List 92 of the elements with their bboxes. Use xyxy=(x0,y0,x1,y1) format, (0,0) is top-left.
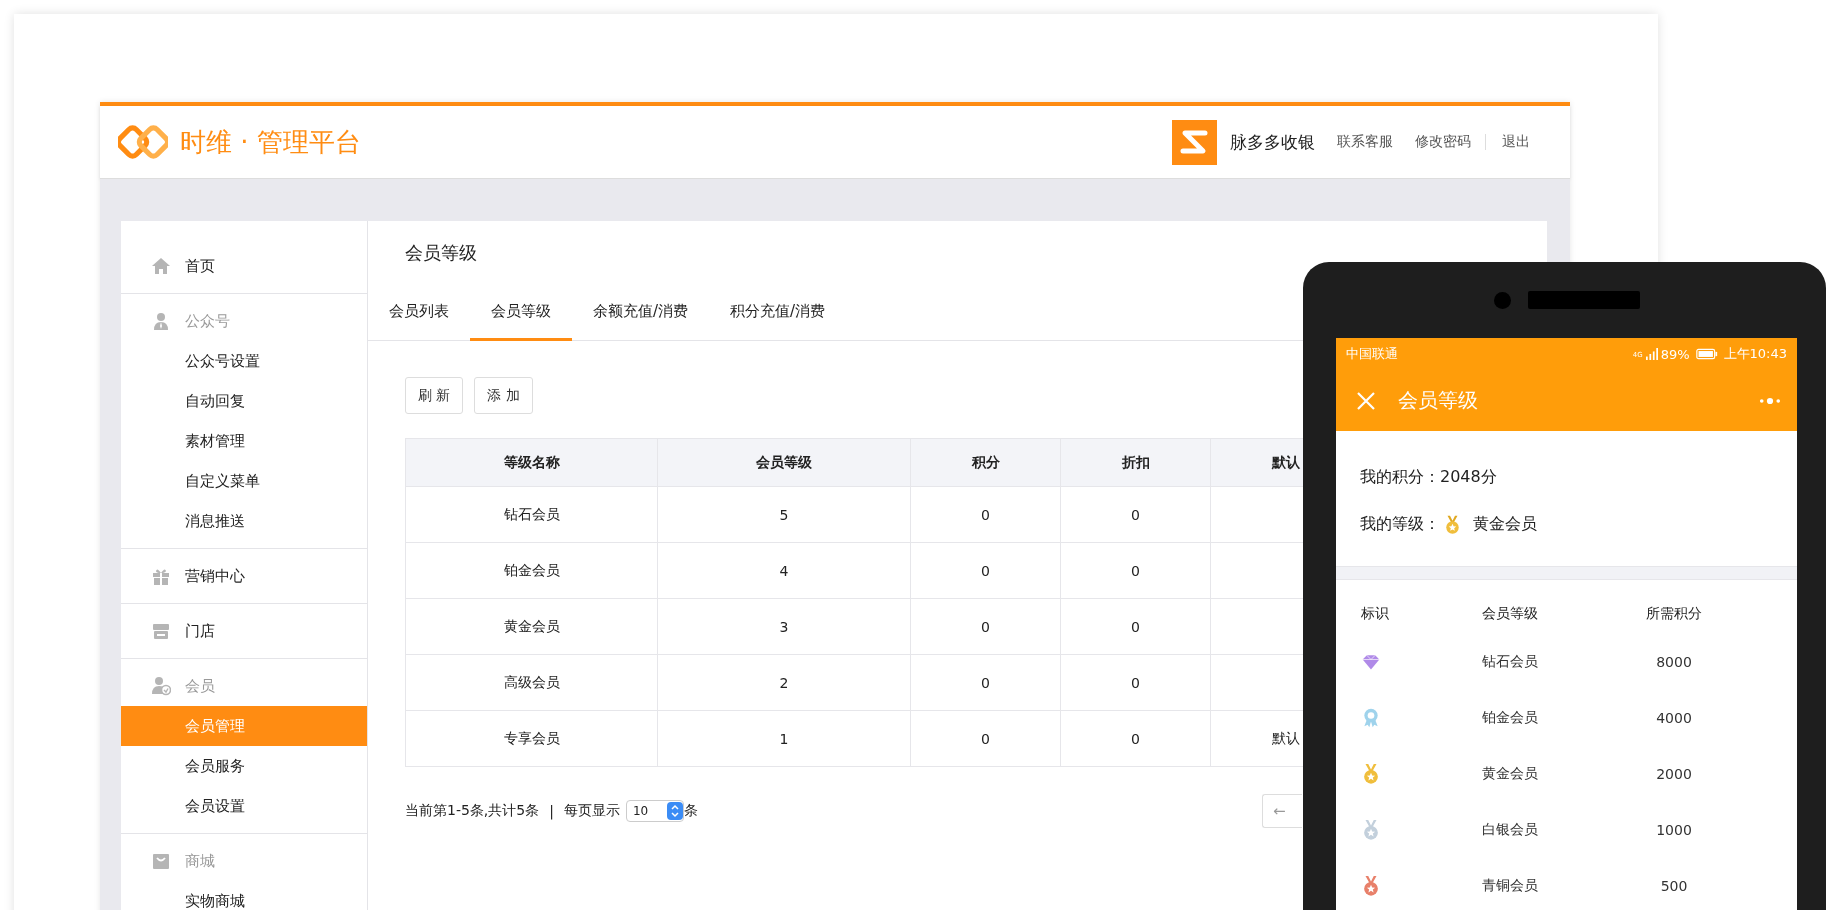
table-cell: 0 xyxy=(1060,710,1211,767)
action-button[interactable]: 添 加 xyxy=(474,377,533,414)
stepper-icon xyxy=(666,801,683,821)
tab[interactable]: 会员列表 xyxy=(368,285,470,341)
table-cell: 0 xyxy=(910,710,1061,767)
table-cell: 0 xyxy=(1060,486,1211,543)
level-label: 我的等级： xyxy=(1360,514,1440,535)
table-cell: 专享会员 xyxy=(405,710,658,767)
header-link[interactable]: 退出 xyxy=(1502,133,1530,151)
tier-name: 铂金会员 xyxy=(1482,709,1539,727)
table-cell: 4 xyxy=(657,542,911,599)
gift-icon xyxy=(151,566,171,586)
home-icon xyxy=(151,256,171,276)
more-icon[interactable] xyxy=(1759,396,1781,405)
column-header: 标识 xyxy=(1361,605,1390,623)
table-cell: 1 xyxy=(657,710,911,767)
tab[interactable]: 积分充值/消费 xyxy=(709,285,847,341)
tier-name: 钻石会员 xyxy=(1482,653,1539,671)
table-cell: 0 xyxy=(1060,542,1211,599)
member-icon xyxy=(151,676,171,696)
user-icon xyxy=(151,311,171,331)
tab[interactable]: 会员等级 xyxy=(470,285,572,341)
table-cell: 黄金会员 xyxy=(405,598,658,655)
column-header: 所需积分 xyxy=(1645,605,1703,623)
table-cell: 钻石会员 xyxy=(405,486,658,543)
page-size-unit: 条 xyxy=(683,802,698,820)
tier-name: 黄金会员 xyxy=(1482,765,1539,783)
tier-points: 500 xyxy=(1659,878,1689,894)
action-button[interactable]: 刷 新 xyxy=(405,377,464,414)
page-size-label: 每页显示 xyxy=(563,802,620,820)
points-label: 我的积分： xyxy=(1360,467,1440,488)
logo-icon xyxy=(118,124,168,160)
column-header: 积分 xyxy=(910,438,1061,487)
header-link[interactable]: 联系客服 xyxy=(1337,133,1393,151)
sidebar-item[interactable]: 自动回复 xyxy=(121,381,367,421)
record-summary: 当前第1-5条,共计5条 xyxy=(405,802,540,820)
medal-icon xyxy=(1444,514,1461,535)
close-icon[interactable] xyxy=(1356,390,1376,411)
tier-points: 8000 xyxy=(1655,654,1693,670)
page-size-select[interactable]: 10 xyxy=(625,800,684,822)
table-cell: 0 xyxy=(910,654,1061,711)
separator: | xyxy=(549,803,554,819)
table-cell: 0 xyxy=(910,542,1061,599)
tier-name: 青铜会员 xyxy=(1482,877,1539,895)
account-name: 脉多多收银 xyxy=(1230,130,1315,154)
store-logo-icon xyxy=(1172,119,1217,165)
sidebar-group-heading: 公众号 xyxy=(121,301,367,341)
battery-icon xyxy=(1695,348,1718,360)
table-cell: 0 xyxy=(910,598,1061,655)
table-cell: 0 xyxy=(1060,598,1211,655)
app-title: 时维 · 管理平台 xyxy=(180,125,361,159)
sidebar-item[interactable]: 实物商城 xyxy=(121,881,367,910)
level-value: 黄金会员 xyxy=(1473,514,1537,535)
sidebar-group-heading: 会员 xyxy=(121,666,367,706)
tier-name: 白银会员 xyxy=(1482,821,1539,839)
carrier: 中国联通 xyxy=(1346,345,1398,363)
table-cell: 2 xyxy=(657,654,911,711)
sidebar-item[interactable]: 素材管理 xyxy=(121,421,367,461)
clock: 上午10:43 xyxy=(1723,345,1787,363)
camera-icon xyxy=(1493,291,1511,309)
store-icon xyxy=(151,621,171,641)
sidebar-group-heading: 商城 xyxy=(121,841,367,881)
header-link[interactable]: 修改密码 xyxy=(1415,133,1471,151)
page-title: 会员等级 xyxy=(405,241,478,265)
table-cell: 0 xyxy=(910,486,1061,543)
tier-points: 4000 xyxy=(1655,710,1693,726)
points-value: 2048分 xyxy=(1440,467,1497,488)
column-header: 会员等级 xyxy=(1482,605,1539,623)
sidebar-item[interactable]: 营销中心 xyxy=(121,556,367,596)
tier-points: 1000 xyxy=(1655,822,1693,838)
signal-icon xyxy=(1645,348,1658,360)
table-cell: 0 xyxy=(1060,654,1211,711)
sidebar-item[interactable]: 公众号设置 xyxy=(121,341,367,381)
column-header: 会员等级 xyxy=(657,438,911,487)
tab[interactable]: 余额充值/消费 xyxy=(572,285,710,341)
column-header: 折扣 xyxy=(1060,438,1211,487)
sidebar-item[interactable]: 首页 xyxy=(121,246,367,286)
sidebar-item[interactable]: 会员设置 xyxy=(121,786,367,826)
sidebar-item[interactable]: 会员服务 xyxy=(121,746,367,786)
column-header: 等级名称 xyxy=(405,438,658,487)
speaker-icon xyxy=(1527,291,1640,309)
table-cell: 3 xyxy=(657,598,911,655)
battery-percent: 89% xyxy=(1660,346,1690,362)
sidebar-item[interactable]: 自定义菜单 xyxy=(121,461,367,501)
table-cell: 5 xyxy=(657,486,911,543)
bag-icon xyxy=(151,851,171,871)
sidebar-item[interactable]: 消息推送 xyxy=(121,501,367,541)
tier-points: 2000 xyxy=(1655,766,1693,782)
sidebar-item[interactable]: 门店 xyxy=(121,611,367,651)
table-cell: 铂金会员 xyxy=(405,542,658,599)
screen-title: 会员等级 xyxy=(1398,387,1478,414)
table-cell: 高级会员 xyxy=(405,654,658,711)
